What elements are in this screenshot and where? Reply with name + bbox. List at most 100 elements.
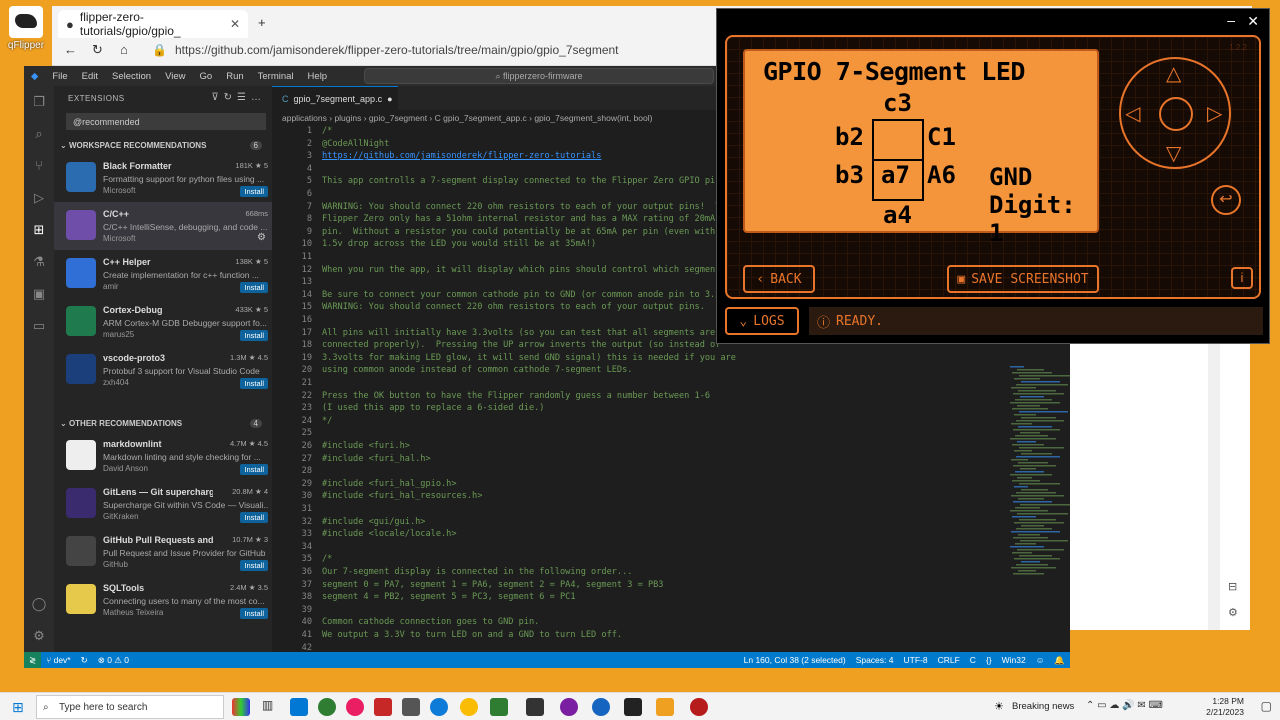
remote-indicator-icon[interactable]: ≷: [24, 652, 42, 668]
end-of-line[interactable]: CRLF: [933, 655, 965, 665]
mask-app-icon[interactable]: [232, 698, 250, 716]
unsaved-dot-icon[interactable]: ●: [387, 94, 392, 104]
install-button[interactable]: Install: [240, 464, 268, 475]
new-tab-icon[interactable]: +: [258, 15, 266, 30]
back-round-icon[interactable]: ↩: [1211, 185, 1241, 215]
info-icon[interactable]: i: [1231, 267, 1253, 289]
problems-indicator[interactable]: ⊗ 0 ⚠ 0: [93, 655, 134, 666]
install-button[interactable]: Install: [240, 512, 268, 523]
install-button[interactable]: Install: [240, 378, 268, 389]
install-button[interactable]: Install: [240, 560, 268, 571]
ok-button[interactable]: [1159, 97, 1193, 131]
run-debug-icon[interactable]: ▷: [30, 190, 48, 208]
menu-run[interactable]: Run: [219, 71, 250, 82]
explorer-icon[interactable]: ❐: [30, 94, 48, 112]
address-bar[interactable]: 🔒 https://github.com/jamisonderek/flippe…: [140, 38, 740, 62]
braces-icon[interactable]: {}: [981, 655, 997, 665]
source-control-icon[interactable]: ⑂: [30, 158, 48, 176]
folder-taskbar-icon[interactable]: [402, 698, 420, 716]
install-button[interactable]: Install: [240, 330, 268, 341]
app2-taskbar-icon[interactable]: [560, 698, 578, 716]
up-arrow-icon[interactable]: △: [1166, 61, 1181, 86]
extension-item[interactable]: vscode-proto3 1.3M ★ 4.5 Protobuf 3 suppor…: [54, 346, 272, 394]
extension-item[interactable]: Black Formatter 181K ★ 5 Formatting suppor…: [54, 154, 272, 202]
platform[interactable]: Win32: [997, 655, 1031, 665]
extension-item[interactable]: GitHub Pull Requests and ... 10.7M ★ 3 Pul…: [54, 528, 272, 576]
extensions-icon[interactable]: ⊞: [30, 222, 48, 240]
breadcrumb[interactable]: applications › plugins › gpio_7segment ›…: [282, 113, 652, 123]
other-recommendations-header[interactable]: ⌄ OTHER RECOMMENDATIONS 4: [54, 416, 272, 430]
notification-center-icon[interactable]: ▢: [1261, 699, 1272, 713]
command-center[interactable]: ⌕ flipperzero-firmware: [364, 68, 714, 84]
menu-go[interactable]: Go: [193, 71, 220, 82]
save-screenshot-button[interactable]: ▣ SAVE SCREENSHOT: [947, 265, 1099, 293]
tray-icons[interactable]: ⌃ ▭ ☁ 🔊 ✉ ⌨: [1086, 700, 1163, 711]
install-button[interactable]: Install: [240, 608, 268, 619]
cursor-position[interactable]: Ln 160, Col 38 (2 selected): [739, 655, 851, 665]
left-arrow-icon[interactable]: ◁: [1125, 101, 1140, 126]
account-icon[interactable]: ◯: [30, 596, 48, 614]
home-icon[interactable]: ⌂: [120, 42, 128, 57]
sidebar-actions[interactable]: ⊽↻☰…: [211, 92, 266, 103]
menu-terminal[interactable]: Terminal: [251, 71, 301, 82]
sync-icon[interactable]: ↻: [76, 655, 93, 666]
menu-edit[interactable]: Edit: [75, 71, 105, 82]
terminal-taskbar-icon[interactable]: [624, 698, 642, 716]
logs-button[interactable]: ⌄ LOGS: [725, 307, 799, 335]
notifications-icon[interactable]: 🔔: [1049, 655, 1070, 666]
menu-selection[interactable]: Selection: [105, 71, 158, 82]
feedback-icon[interactable]: ☺: [1031, 655, 1050, 665]
close-tab-icon[interactable]: ✕: [230, 17, 240, 31]
qflipper-taskbar-icon[interactable]: [656, 698, 674, 716]
menu-view[interactable]: View: [158, 71, 192, 82]
install-button[interactable]: Install: [240, 186, 268, 197]
manage-gear-icon[interactable]: ⚙: [30, 628, 48, 646]
menu-help[interactable]: Help: [301, 71, 335, 82]
app-taskbar-icon[interactable]: [318, 698, 336, 716]
windows-start-icon[interactable]: ⊞: [12, 699, 28, 715]
editor-tab[interactable]: C gpio_7segment_app.c ●: [272, 86, 398, 110]
right-arrow-icon[interactable]: ▷: [1207, 101, 1222, 126]
sidebar-toggle-icon[interactable]: ⊟: [1228, 580, 1237, 593]
extension-item[interactable]: GitLens — Git supercharged 20.8M ★ 4 Super…: [54, 480, 272, 528]
reload-icon[interactable]: ↻: [92, 42, 103, 58]
qflipper-desktop-icon[interactable]: qFlipper: [4, 6, 48, 54]
extension-item[interactable]: SQLTools 2.4M ★ 3.5 Connecting users to ma…: [54, 576, 272, 624]
slack-taskbar-icon[interactable]: [346, 698, 364, 716]
chrome-taskbar-icon[interactable]: [460, 698, 478, 716]
close-icon[interactable]: ✕: [1247, 13, 1259, 30]
remote-icon[interactable]: ▣: [30, 286, 48, 304]
back-icon[interactable]: ←: [64, 42, 77, 57]
extension-item[interactable]: C++ Helper 138K ★ 5 Create implementation …: [54, 250, 272, 298]
taskbar-search[interactable]: ⌕ Type here to search: [36, 695, 224, 719]
vscode-taskbar-icon[interactable]: [290, 698, 308, 716]
language-mode[interactable]: C: [965, 655, 981, 665]
task-view-icon[interactable]: ▥: [262, 698, 280, 716]
testing-icon[interactable]: ⚗: [30, 254, 48, 272]
app4-taskbar-icon[interactable]: [690, 698, 708, 716]
minimize-icon[interactable]: –: [1227, 12, 1235, 28]
github-taskbar-icon[interactable]: [526, 698, 544, 716]
indentation[interactable]: Spaces: 4: [851, 655, 899, 665]
back-button[interactable]: ‹ BACK: [743, 265, 815, 293]
extensions-search-input[interactable]: [66, 113, 266, 130]
extension-item[interactable]: markdownlint 4.7M ★ 4.5 Markdown linting a…: [54, 432, 272, 480]
encoding[interactable]: UTF-8: [899, 655, 933, 665]
rsa-taskbar-icon[interactable]: [374, 698, 392, 716]
edge-taskbar-icon[interactable]: [430, 698, 448, 716]
down-arrow-icon[interactable]: ▽: [1166, 141, 1181, 166]
extension-item[interactable]: Cortex-Debug 433K ★ 5 ARM Cortex-M GDB Deb…: [54, 298, 272, 346]
menu-file[interactable]: File: [45, 71, 74, 82]
extension-gear-icon[interactable]: ⚙: [257, 232, 266, 243]
search-view-icon[interactable]: ⌕: [30, 126, 48, 144]
clock[interactable]: 1:28 PM 2/21/2023: [1206, 696, 1244, 718]
settings-gear-icon[interactable]: ⚙: [1228, 606, 1238, 619]
terminal-icon[interactable]: ▭: [30, 318, 48, 336]
workspace-recommendations-header[interactable]: ⌄ WORKSPACE RECOMMENDATIONS 6: [54, 138, 272, 152]
extension-item[interactable]: C/C++ 668ms C/C++ IntelliSense, debugging,…: [54, 202, 272, 250]
browser-tab[interactable]: ● flipper-zero-tutorials/gpio/gpio_ ✕: [58, 10, 248, 38]
news-widget[interactable]: Breaking news: [1012, 701, 1074, 712]
branch-indicator[interactable]: ⑂ dev*: [41, 655, 75, 665]
app3-taskbar-icon[interactable]: [592, 698, 610, 716]
install-button[interactable]: Install: [240, 282, 268, 293]
